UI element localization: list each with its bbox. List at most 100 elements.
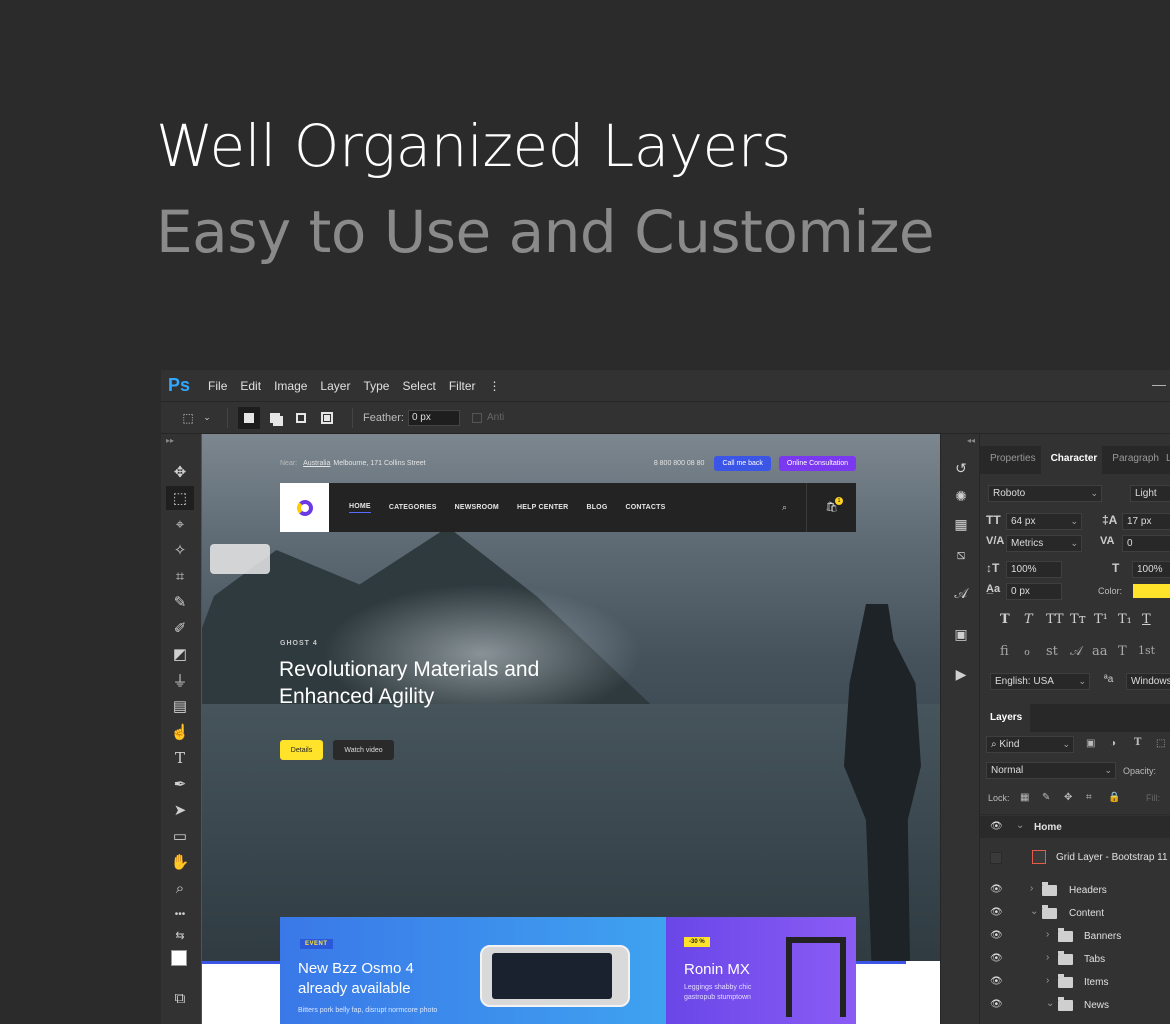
menu-filter[interactable]: Filter (449, 379, 476, 393)
adjustments-icon[interactable]: ⧅ (951, 544, 971, 564)
tab-more[interactable]: L (1164, 446, 1170, 474)
photoshop-logo[interactable]: Ps (168, 375, 190, 396)
phone-number[interactable]: 8 800 800 08 80 (654, 460, 705, 467)
document-canvas[interactable]: Near: Australia Melbourne, 171 Collins S… (202, 434, 940, 1024)
gradient-tool-icon[interactable]: ▤ (166, 694, 194, 718)
font-size-field[interactable]: 64 px ⌄ (1006, 513, 1082, 530)
tab-properties[interactable]: Properties (980, 446, 1041, 474)
swap-colors-icon[interactable]: ⇆ (166, 928, 194, 942)
adjustment-filter-icon[interactable]: ◑ (1110, 738, 1116, 749)
more-tools-icon[interactable]: ••• (166, 902, 194, 926)
eye-icon[interactable]: 👁 (990, 907, 1003, 918)
hidden-visibility-box[interactable] (990, 852, 1002, 864)
swash-button[interactable]: 𝒜 (1070, 644, 1082, 659)
tab-paragraph[interactable]: Paragraph (1102, 446, 1164, 474)
titling-alternates-button[interactable]: T (1118, 644, 1127, 659)
libraries-icon[interactable]: ▣ (951, 624, 971, 644)
feather-input[interactable]: 0 px (407, 409, 460, 426)
layer-kind-filter[interactable]: ⌕ Kind ⌄ (986, 736, 1074, 753)
online-consultation-button[interactable]: Online Consultation (778, 455, 856, 471)
horizontal-scale-field[interactable]: 100% (1132, 561, 1170, 578)
chevron-down-icon[interactable]: ⌄ (203, 410, 211, 426)
crop-tool-icon[interactable]: ⌗ (166, 564, 194, 588)
chevron-right-icon[interactable]: › (1030, 883, 1033, 894)
eye-icon[interactable]: 👁 (990, 976, 1003, 987)
anti-alias-select[interactable]: Windows (1126, 673, 1170, 690)
menu-edit[interactable]: Edit (240, 379, 261, 393)
lock-image-icon[interactable]: ✎ (1042, 792, 1050, 803)
call-me-back-button[interactable]: Call me back (714, 455, 771, 471)
nav-blog[interactable]: BLOG (586, 504, 607, 511)
anti-alias-checkbox[interactable] (471, 412, 482, 423)
tab-layers[interactable]: Layers (980, 704, 1030, 732)
eye-icon[interactable]: 👁 (990, 821, 1003, 832)
tab-character[interactable]: Character (1040, 446, 1103, 474)
menu-image[interactable]: Image (274, 379, 307, 393)
layer-row[interactable]: Grid Layer - Bootstrap 11 (980, 846, 1170, 868)
menu-overflow-icon[interactable]: ⋮ (489, 379, 501, 393)
ronin-card[interactable]: -30 % Ronin MX Leggings shabby chic gast… (666, 917, 856, 1024)
faux-bold-button[interactable]: T (1000, 612, 1010, 627)
watch-video-button[interactable]: Watch video (333, 740, 394, 760)
faux-italic-button[interactable]: T (1024, 612, 1033, 627)
subscript-button[interactable]: T₁ (1118, 612, 1132, 627)
eyedropper-tool-icon[interactable]: ✎ (166, 590, 194, 614)
nav-help-center[interactable]: HELP CENTER (517, 504, 568, 511)
country-selector[interactable]: Australia (303, 460, 330, 467)
intersect-selection-button[interactable] (316, 407, 338, 429)
language-select[interactable]: English: USA ⌄ (990, 673, 1090, 690)
nav-categories[interactable]: CATEGORIES (389, 504, 437, 511)
eye-icon[interactable]: 👁 (990, 999, 1003, 1010)
path-selection-tool-icon[interactable]: ➤ (166, 798, 194, 822)
eye-icon[interactable]: 👁 (990, 930, 1003, 941)
vertical-scale-field[interactable]: 100% (1006, 561, 1062, 578)
tracking-field[interactable]: 0 (1122, 535, 1170, 552)
hand-tool-icon[interactable]: ✋ (166, 850, 194, 874)
font-style-select[interactable]: Light (1130, 485, 1170, 502)
window-minimize-button[interactable]: — (1152, 376, 1166, 392)
stylistic-alternates-button[interactable]: aa (1092, 644, 1108, 659)
eraser-tool-icon[interactable]: ◩ (166, 642, 194, 666)
leading-field[interactable]: 17 px (1122, 513, 1170, 530)
move-tool-icon[interactable]: ✥ (166, 460, 194, 484)
chevron-down-icon[interactable]: ⌄ (1030, 906, 1038, 917)
nav-home[interactable]: HOME (349, 503, 371, 513)
marquee-preset-icon[interactable]: ⬚ (179, 410, 197, 426)
collapse-panels-icon[interactable]: ◂◂ (967, 436, 975, 445)
nav-contacts[interactable]: CONTACTS (625, 504, 665, 511)
details-button[interactable]: Details (280, 740, 323, 760)
event-card[interactable]: EVENT New Bzz Osmo 4 already available B… (280, 917, 666, 1024)
menu-select[interactable]: Select (402, 379, 435, 393)
chevron-right-icon[interactable]: › (1046, 975, 1049, 986)
brush-tool-icon[interactable]: ✐ (166, 616, 194, 640)
smudge-tool-icon[interactable]: ☝ (166, 720, 194, 744)
stamp-tool-icon[interactable]: ⏚ (166, 668, 194, 692)
discretionary-ligatures-button[interactable]: st (1046, 644, 1058, 659)
alternate-ligatures-button[interactable]: ℴ (1024, 644, 1030, 659)
text-color-swatch[interactable] (1133, 584, 1170, 598)
layer-row[interactable]: 👁 › Items (980, 971, 1170, 993)
shape-filter-icon[interactable]: ⬚ (1156, 738, 1165, 749)
color-palette-icon[interactable]: ✺ (951, 486, 971, 506)
eye-icon[interactable]: 👁 (990, 953, 1003, 964)
collapse-toolbar-icon[interactable]: ▸▸ (166, 436, 174, 445)
small-caps-button[interactable]: Tт (1070, 612, 1086, 627)
layer-row[interactable]: 👁 › Tabs (980, 948, 1170, 970)
menu-layer[interactable]: Layer (320, 379, 350, 393)
menu-type[interactable]: Type (363, 379, 389, 393)
all-caps-button[interactable]: TT (1046, 612, 1064, 627)
blend-mode-select[interactable]: Normal ⌄ (986, 762, 1116, 779)
underline-button[interactable]: T (1142, 612, 1151, 627)
layer-row[interactable]: 👁 › Banners (980, 925, 1170, 947)
marquee-tool-icon[interactable]: ⬚ (166, 486, 194, 510)
ordinals-button[interactable]: 1st (1138, 644, 1155, 657)
type-filter-icon[interactable]: T (1134, 737, 1141, 748)
menu-file[interactable]: File (208, 379, 227, 393)
subtract-selection-button[interactable] (290, 407, 312, 429)
font-family-select[interactable]: Roboto ⌄ (988, 485, 1102, 502)
history-icon[interactable]: ↺ (951, 458, 971, 478)
layer-row[interactable]: 👁 ⌄ News (980, 994, 1170, 1016)
new-selection-button[interactable] (238, 406, 260, 429)
lock-position-icon[interactable]: ✥ (1064, 792, 1072, 803)
eye-icon[interactable]: 👁 (990, 884, 1003, 895)
